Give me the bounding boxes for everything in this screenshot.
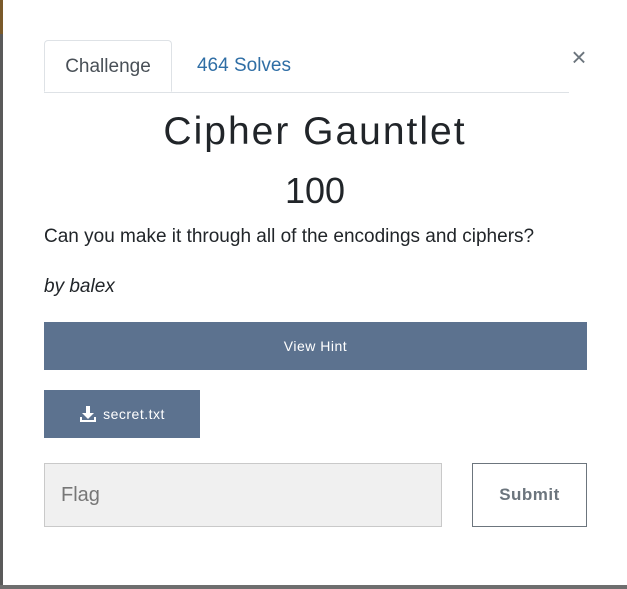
flag-input[interactable] (44, 463, 442, 527)
close-icon[interactable]: × (569, 44, 589, 70)
file-name-label: secret.txt (103, 406, 165, 422)
tab-solves[interactable]: 464 Solves (184, 40, 304, 92)
modal-tabs: Challenge 464 Solves (44, 40, 569, 93)
submit-button[interactable]: Submit (472, 463, 587, 527)
background-edge-bottom (0, 585, 627, 589)
view-hint-button[interactable]: View Hint (44, 322, 587, 370)
challenge-author: by balex (44, 276, 115, 297)
challenge-description: Can you make it through all of the encod… (44, 226, 535, 247)
tab-challenge[interactable]: Challenge (44, 40, 172, 92)
challenge-value: 100 (284, 170, 346, 211)
download-file-button[interactable]: secret.txt (44, 390, 200, 438)
challenge-modal: Challenge 464 Solves × Cipher Gauntlet 1… (3, 0, 627, 585)
download-icon (79, 405, 97, 423)
challenge-name: Cipher Gauntlet (163, 110, 467, 153)
